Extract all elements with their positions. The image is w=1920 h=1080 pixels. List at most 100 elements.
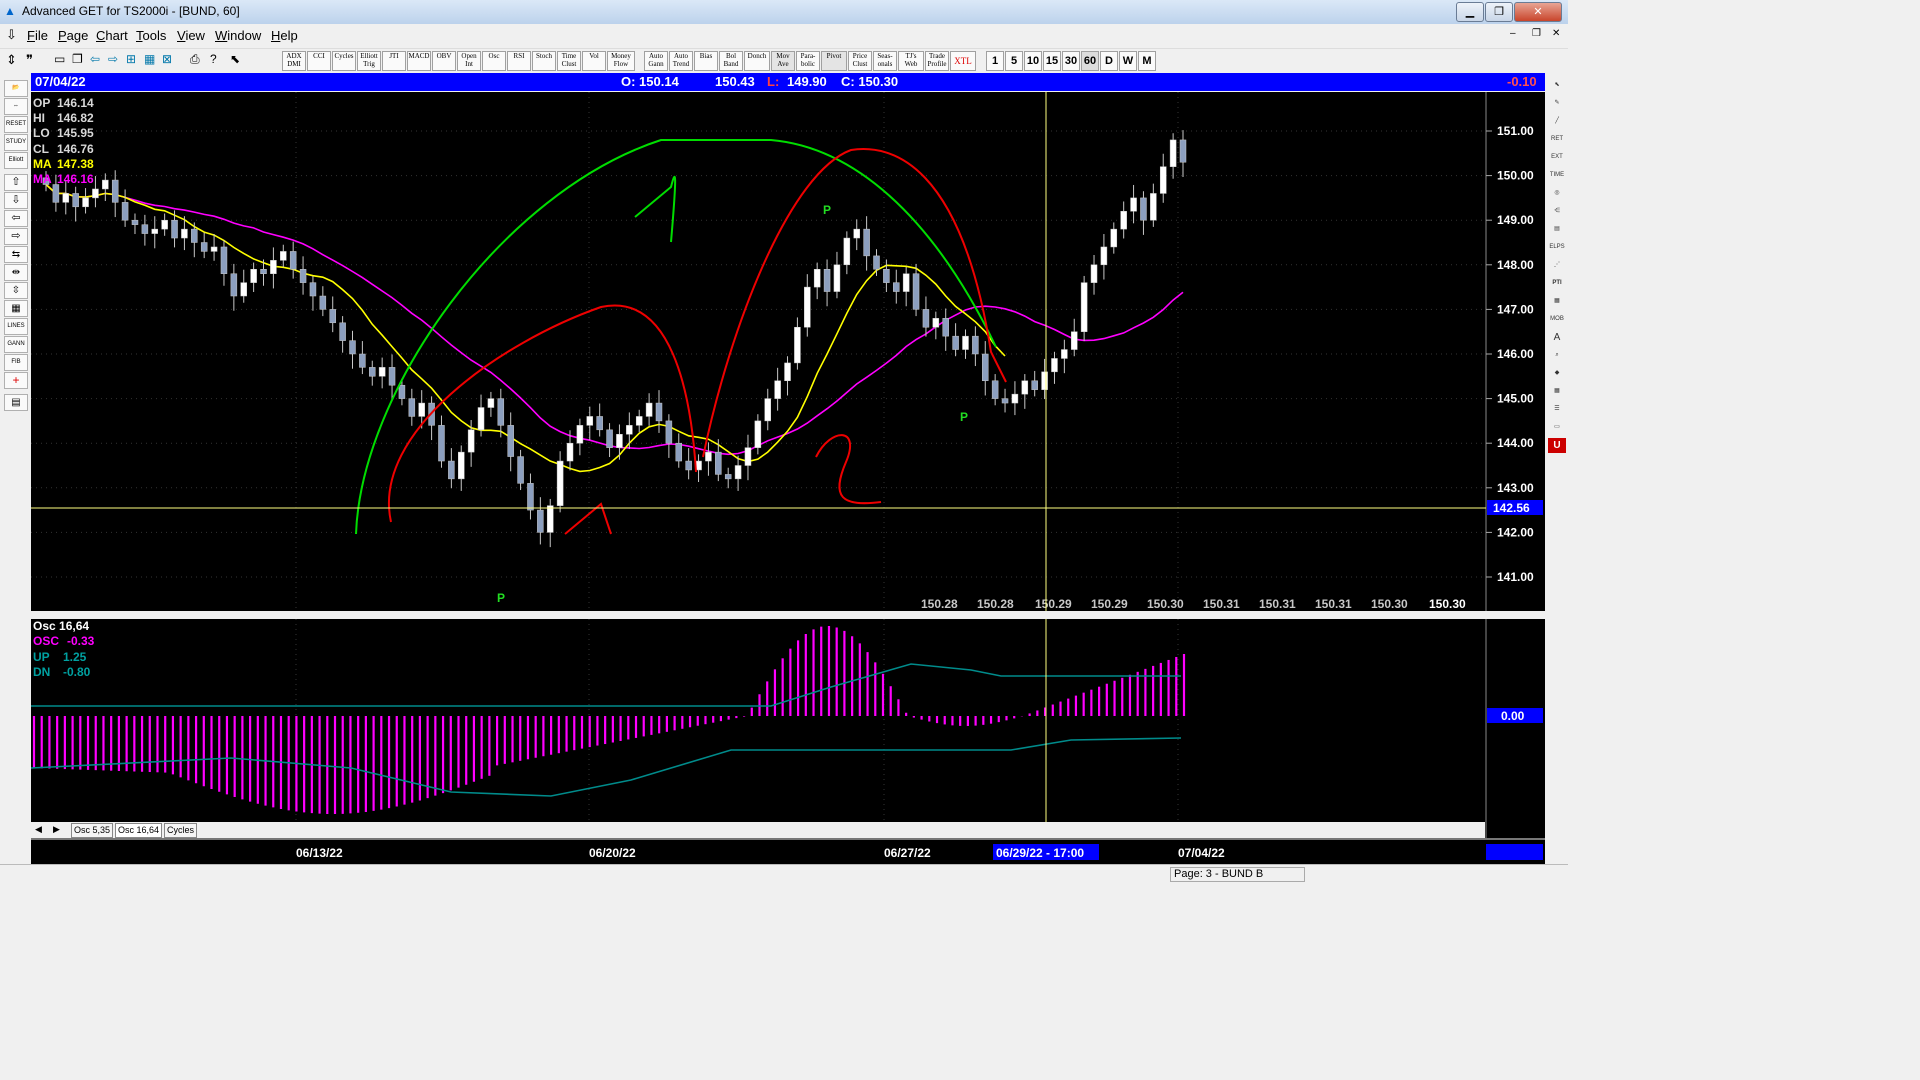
study-seasonals[interactable]: Seas- onals	[873, 51, 897, 71]
study-pivot[interactable]: Pivot	[821, 51, 847, 71]
arrow-left-icon[interactable]: ⇦	[4, 210, 28, 227]
lines-tool-icon[interactable]: LINES	[4, 318, 28, 335]
study-adx-dmi[interactable]: ADX DMI	[282, 51, 306, 71]
grid-tool-icon[interactable]: ▦	[1548, 294, 1566, 309]
arrow-down-icon[interactable]: ⇩	[4, 192, 28, 209]
list-icon[interactable]: ☰	[1548, 402, 1566, 417]
study-jti[interactable]: JTI	[382, 51, 406, 71]
mdi-minimize-icon[interactable]: –	[1510, 28, 1516, 39]
quote-icon[interactable]: ❞	[26, 52, 33, 68]
interval-10[interactable]: 10	[1024, 51, 1042, 71]
minimize-button[interactable]: ▁	[1456, 2, 1484, 22]
grid-icon[interactable]: ▦	[4, 300, 28, 317]
fib-tool-icon[interactable]: FIB	[4, 354, 28, 371]
interval-15[interactable]: 15	[1043, 51, 1061, 71]
gann-fan-icon[interactable]: ⋰	[1548, 258, 1566, 273]
trendline-icon[interactable]: ╱	[1548, 114, 1566, 129]
study-elliott-trig[interactable]: Elliott Trig	[357, 51, 381, 71]
menu-view[interactable]: View	[177, 28, 205, 43]
study-auto-trend[interactable]: Auto Trend	[669, 51, 693, 71]
mdi-close-icon[interactable]: ✕	[1552, 28, 1560, 39]
study-price-clust[interactable]: Price Clust	[848, 51, 872, 71]
magnify-icon[interactable]: ⌕	[1548, 348, 1566, 363]
study-tool-icon[interactable]: STUDY	[4, 134, 28, 151]
maximize-button[interactable]: ❐	[1485, 2, 1513, 22]
study-xtl[interactable]: XTL	[950, 51, 976, 71]
fib-ext-icon[interactable]: EXT	[1548, 150, 1566, 165]
interval-1[interactable]: 1	[986, 51, 1004, 71]
expand-icon[interactable]: ⇹	[4, 264, 28, 281]
chart-area[interactable]: P P P 151.00 150.00 149.00 148.00 147.00 146.00…	[30, 92, 1545, 864]
marker-icon[interactable]: ◆	[1548, 366, 1566, 381]
arrow-up-icon[interactable]: ⇧	[4, 174, 28, 191]
tab-cycles[interactable]: Cycles	[164, 823, 198, 838]
study-rsi[interactable]: RSI	[507, 51, 531, 71]
open-tool-icon[interactable]: 📂	[4, 80, 28, 97]
study-auto-gann[interactable]: Auto Gann	[644, 51, 668, 71]
study-bias[interactable]: Bias	[694, 51, 718, 71]
fib-ret-icon[interactable]: RET	[1548, 132, 1566, 147]
arrows-icon[interactable]: ⇕	[6, 52, 17, 68]
study-open-int[interactable]: Open Int	[457, 51, 481, 71]
interval-30[interactable]: 30	[1062, 51, 1080, 71]
menu-window[interactable]: Window	[215, 28, 261, 43]
text-icon[interactable]: A	[1548, 330, 1566, 345]
study-bol-band[interactable]: Bol Band	[719, 51, 743, 71]
menu-page[interactable]: Page	[58, 28, 88, 43]
study-money-flow[interactable]: Money Flow	[607, 51, 635, 71]
menu-file[interactable]: File	[27, 28, 48, 43]
interval-daily[interactable]: D	[1100, 51, 1118, 71]
help-pointer-icon[interactable]: ⬉	[230, 52, 240, 66]
pencil-icon[interactable]: ✎	[1548, 96, 1566, 111]
new-icon[interactable]: ▭	[54, 52, 65, 66]
mob-icon[interactable]: MOB	[1548, 312, 1566, 327]
study-trade-profile[interactable]: Trade Profile	[925, 51, 949, 71]
panel-splitter[interactable]	[31, 611, 1545, 619]
tab-scroll-right-icon[interactable]: ▶	[53, 824, 60, 835]
study-stoch[interactable]: Stoch	[532, 51, 556, 71]
tab-osc-5-35[interactable]: Osc 5,35	[71, 823, 114, 838]
undo-icon[interactable]: U	[1548, 438, 1566, 453]
study-tjs-web[interactable]: TJ's Web	[898, 51, 924, 71]
study-cycles[interactable]: Cycles	[332, 51, 356, 71]
pti-icon[interactable]: PTI	[1548, 276, 1566, 291]
study-donch[interactable]: Donch	[744, 51, 770, 71]
study-mov-ave[interactable]: Mov Ave	[771, 51, 795, 71]
zoom-tool-icon[interactable]: ⇔	[4, 98, 28, 115]
fib-time-icon[interactable]: TIME	[1548, 168, 1566, 183]
elliott-tool-icon[interactable]: Elliott	[4, 152, 28, 169]
interval-monthly[interactable]: M	[1138, 51, 1156, 71]
menu-help[interactable]: Help	[271, 28, 298, 43]
box-icon[interactable]: ▭	[1548, 420, 1566, 435]
interval-60[interactable]: 60	[1081, 51, 1099, 71]
channel-icon[interactable]: ▤	[1548, 222, 1566, 237]
study-obv[interactable]: OBV	[432, 51, 456, 71]
tab-osc-16-64[interactable]: Osc 16,64	[115, 823, 163, 838]
menu-tools[interactable]: Tools	[136, 28, 166, 43]
study-osc[interactable]: Osc	[482, 51, 506, 71]
interval-5[interactable]: 5	[1005, 51, 1023, 71]
tab-scroll-left-icon[interactable]: ◀	[35, 824, 42, 835]
gann-tool-icon[interactable]: GANN	[4, 336, 28, 353]
info-icon[interactable]: ?	[210, 52, 217, 66]
notes-icon[interactable]: ▤	[4, 394, 28, 411]
fan-icon[interactable]: ⋲	[1548, 204, 1566, 219]
study-parabolic[interactable]: Para- bolic	[796, 51, 820, 71]
study-time-clust[interactable]: Time Clust	[557, 51, 581, 71]
close-button[interactable]: ✕	[1514, 2, 1562, 22]
reset-tool-icon[interactable]: RESET	[4, 116, 28, 133]
compress-icon[interactable]: ⇆	[4, 246, 28, 263]
table-icon[interactable]: ▦	[1548, 384, 1566, 399]
cancel-icon[interactable]: ⊠	[162, 52, 172, 66]
ellipse-icon[interactable]: ELPS	[1548, 240, 1566, 255]
study-vol[interactable]: Vol	[582, 51, 606, 71]
study-cci[interactable]: CCI	[307, 51, 331, 71]
pointer-icon[interactable]: ⬉	[1548, 78, 1566, 93]
price-chart[interactable]: P P P 151.00 150.00 149.00 148.00 147.00 146.00…	[30, 92, 1545, 864]
split-icon[interactable]: ⊞	[126, 52, 136, 66]
interval-weekly[interactable]: W	[1119, 51, 1137, 71]
arrow-right-icon[interactable]: ⇨	[4, 228, 28, 245]
tile-icon[interactable]: ▦	[144, 52, 155, 66]
copy-icon[interactable]: ❐	[72, 52, 83, 66]
study-macd[interactable]: MACD	[407, 51, 431, 71]
